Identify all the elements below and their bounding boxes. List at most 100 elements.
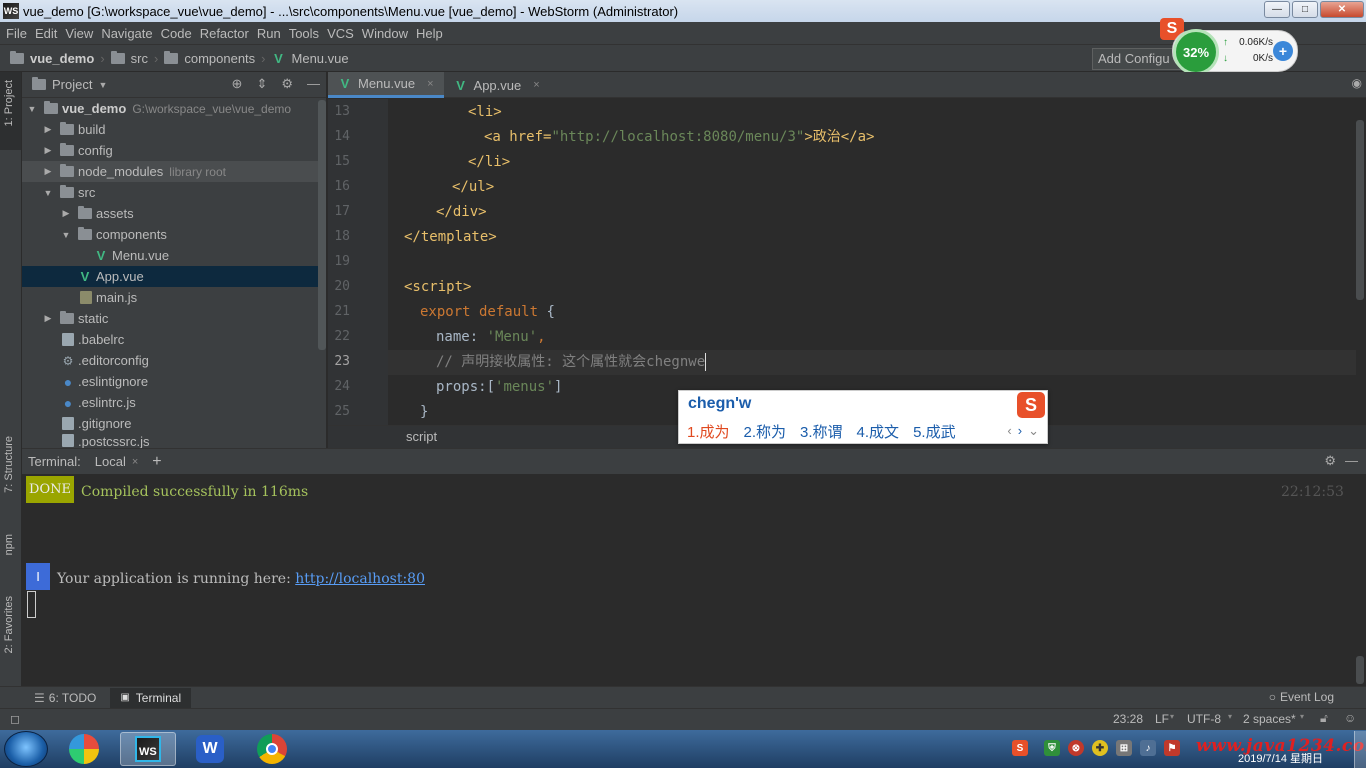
tray-volume-icon[interactable]: ♪ — [1140, 740, 1156, 756]
taskbar-app-webstorm[interactable]: WS — [120, 732, 176, 766]
ime-candidate-4[interactable]: 4.成文 — [857, 421, 900, 442]
editor-scrollbar[interactable] — [1356, 120, 1364, 300]
collapse-all-icon[interactable]: ⇕ — [256, 76, 267, 92]
ime-candidate-5[interactable]: 5.成武 — [913, 421, 956, 442]
preview-eye-icon[interactable]: ◉ — [1352, 76, 1362, 90]
tree-item-vue-demo[interactable]: ▼ vue_demo G:\workspace_vue\vue_demo — [22, 98, 326, 119]
tool-tab-structure[interactable]: 7: Structure — [3, 436, 15, 493]
terminal-settings-gear-icon[interactable]: ⚙ — [1324, 453, 1336, 469]
expanded-arrow-icon[interactable]: ▼ — [26, 104, 38, 114]
hide-terminal-icon[interactable]: — — [1345, 453, 1358, 468]
close-tab-icon[interactable]: × — [427, 78, 433, 90]
tab-menu-vue[interactable]: V Menu.vue × — [328, 72, 444, 98]
todo-tool-button[interactable]: 6: TODO — [49, 691, 97, 705]
terminal-scrollbar[interactable] — [1356, 656, 1364, 684]
show-desktop-button[interactable] — [1354, 731, 1366, 768]
terminal-tool-button[interactable]: ▣ Terminal — [110, 687, 192, 708]
start-button[interactable] — [4, 731, 48, 767]
close-tab-icon[interactable]: × — [132, 456, 138, 468]
project-view-selector[interactable]: Project — [52, 77, 92, 92]
menu-tools[interactable]: Tools — [289, 26, 325, 41]
tree-item-config[interactable]: ▶ config — [22, 140, 326, 161]
inspector-icon[interactable]: ☺︎ — [1344, 711, 1356, 725]
localhost-link[interactable]: http://localhost:80 — [295, 571, 425, 587]
terminal-tab-local[interactable]: Local × — [95, 454, 139, 469]
nav-crumb-file[interactable]: Menu.vue — [292, 51, 349, 66]
menu-edit[interactable]: Edit — [35, 26, 63, 41]
indent-setting[interactable]: 2 spaces* — [1243, 712, 1296, 726]
taskbar-app-wps[interactable]: W — [182, 732, 238, 766]
maximize-button[interactable]: □ — [1292, 1, 1318, 18]
tree-item-gitignore[interactable]: .gitignore — [22, 413, 326, 434]
close-tab-icon[interactable]: × — [533, 79, 539, 91]
tray-shield-icon[interactable]: ⛨ — [1044, 740, 1060, 756]
hide-panel-icon[interactable]: — — [307, 76, 320, 92]
ime-candidate-1[interactable]: 1.成为 — [687, 421, 730, 442]
tree-item-src[interactable]: ▼ src — [22, 182, 326, 203]
tree-item-components[interactable]: ▼ components — [22, 224, 326, 245]
code-editor[interactable]: <li> <a href="http://localhost:8080/menu… — [388, 99, 1356, 425]
nav-crumb-src[interactable]: src — [131, 51, 148, 66]
expanded-arrow-icon[interactable]: ▼ — [42, 188, 54, 198]
tree-item-babelrc[interactable]: .babelrc — [22, 329, 326, 350]
menu-navigate[interactable]: Navigate — [101, 26, 158, 41]
file-encoding[interactable]: UTF-8 — [1187, 712, 1221, 726]
caret-position[interactable]: 23:28 — [1113, 712, 1143, 726]
collapsed-arrow-icon[interactable]: ▶ — [42, 124, 54, 135]
menu-code[interactable]: Code — [161, 26, 198, 41]
menu-refactor[interactable]: Refactor — [200, 26, 255, 41]
tree-item-assets[interactable]: ▶ assets — [22, 203, 326, 224]
taskbar-app-chrome[interactable] — [244, 732, 300, 766]
collapsed-arrow-icon[interactable]: ▶ — [42, 313, 54, 324]
tree-item-node-modules[interactable]: ▶ node_modules library root — [22, 161, 326, 182]
ime-candidate-popup[interactable]: chegn'w S 1.成为 2.称为 3.称谓 4.成文 5.成武 ‹ › ⌄ — [678, 390, 1048, 444]
tree-item-main-js[interactable]: main.js — [22, 287, 326, 308]
lock-icon[interactable]: 🔓︎ — [1320, 711, 1328, 726]
tray-network-icon[interactable]: ⊞ — [1116, 740, 1132, 756]
tree-item-app-vue[interactable]: V App.vue — [22, 266, 326, 287]
close-button[interactable]: ✕ — [1320, 1, 1364, 18]
ime-prev-page-icon[interactable]: ‹ — [1007, 423, 1011, 439]
tree-item-menu-vue[interactable]: V Menu.vue — [22, 245, 326, 266]
ime-expand-icon[interactable]: ⌄ — [1028, 423, 1039, 439]
tree-item-eslintignore[interactable]: ● .eslintignore — [22, 371, 326, 392]
locate-target-icon[interactable]: ⊕ — [232, 76, 243, 92]
nav-crumb-project[interactable]: vue_demo — [30, 51, 94, 66]
menu-window[interactable]: Window — [362, 26, 414, 41]
ime-next-page-icon[interactable]: › — [1018, 423, 1022, 439]
ime-candidate-2[interactable]: 2.称为 — [744, 421, 787, 442]
tray-security-icon[interactable]: ⊗ — [1068, 740, 1084, 756]
network-monitor-widget[interactable]: 32% ↑ 0.06K/s ↓ 0K/s + — [1172, 29, 1298, 75]
tree-item-editorconfig[interactable]: ⚙ .editorconfig — [22, 350, 326, 371]
tray-flag-icon[interactable]: ⚑ — [1164, 740, 1180, 756]
toggle-tool-windows-icon[interactable]: ◻ — [10, 712, 20, 726]
taskbar-date[interactable]: 2019/7/14 星期日 — [1238, 750, 1323, 766]
line-separator[interactable]: LF — [1155, 712, 1169, 726]
nav-crumb-components[interactable]: components — [184, 51, 255, 66]
menu-vcs[interactable]: VCS — [327, 26, 360, 41]
tab-app-vue[interactable]: V App.vue × — [444, 72, 550, 98]
collapsed-arrow-icon[interactable]: ▶ — [42, 145, 54, 156]
new-terminal-plus-icon[interactable]: + — [152, 453, 161, 471]
tool-tab-project[interactable]: 1: Project — [3, 80, 15, 126]
tree-item-static[interactable]: ▶ static — [22, 308, 326, 329]
menu-help[interactable]: Help — [416, 26, 449, 41]
dropdown-arrow-icon[interactable]: ▼ — [98, 80, 107, 90]
tool-tab-npm[interactable]: npm — [3, 534, 15, 555]
menu-run[interactable]: Run — [257, 26, 287, 41]
add-configuration-button[interactable]: Add Configu — [1092, 48, 1182, 70]
tray-plus-icon[interactable]: ✚ — [1092, 740, 1108, 756]
project-scrollbar[interactable] — [318, 100, 326, 350]
settings-gear-icon[interactable]: ⚙ — [281, 76, 293, 92]
boost-plus-icon[interactable]: + — [1273, 41, 1293, 61]
event-log-button[interactable]: ○ Event Log — [1269, 690, 1334, 704]
tree-item-eslintrc[interactable]: ● .eslintrc.js — [22, 392, 326, 413]
expanded-arrow-icon[interactable]: ▼ — [60, 230, 72, 240]
collapsed-arrow-icon[interactable]: ▶ — [42, 166, 54, 177]
tool-tab-favorites[interactable]: 2: Favorites — [3, 596, 15, 653]
collapsed-arrow-icon[interactable]: ▶ — [60, 208, 72, 219]
taskbar-app-photos[interactable] — [56, 732, 112, 766]
minimize-button[interactable]: — — [1264, 1, 1290, 18]
tray-sogou-icon[interactable]: S — [1012, 740, 1028, 756]
ime-candidate-3[interactable]: 3.称谓 — [800, 421, 843, 442]
